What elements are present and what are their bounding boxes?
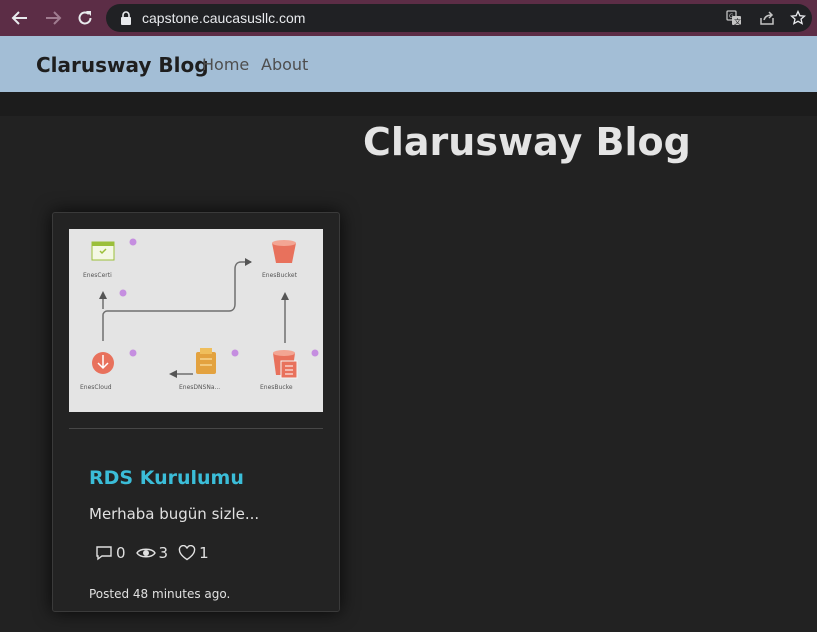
navbar-brand[interactable]: Clarusway Blog: [36, 53, 209, 77]
star-icon: [790, 10, 806, 25]
post-stats: 0 3 1: [95, 544, 219, 562]
diagram-label-3: EnesCloud: [80, 384, 112, 391]
heart-icon[interactable]: [178, 545, 196, 561]
translate-icon: 文G: [726, 10, 741, 26]
post-thumbnail[interactable]: EnesCerti EnesBucket EnesCloud EnesDNSNa…: [69, 229, 323, 412]
bucket-docs-icon: [273, 350, 298, 379]
translate-button[interactable]: 文G: [725, 9, 743, 27]
forward-button[interactable]: [42, 7, 64, 29]
like-count[interactable]: 1: [178, 544, 209, 562]
comment-count: 0: [95, 544, 126, 562]
diagram-label-2: EnesBucket: [262, 272, 298, 279]
nav-link-about[interactable]: About: [261, 55, 308, 74]
arrow-left-icon: [11, 11, 27, 25]
like-count-value: 1: [199, 544, 209, 562]
svg-text:文: 文: [734, 17, 741, 26]
share-icon: [760, 11, 774, 25]
address-bar[interactable]: capstone.caucasusllc.com 文G: [106, 4, 812, 32]
post-title-link[interactable]: RDS Kurulumu: [89, 467, 244, 489]
url-text: capstone.caucasusllc.com: [142, 10, 306, 26]
back-button[interactable]: [9, 7, 31, 29]
reload-button[interactable]: [74, 7, 96, 29]
eye-icon: [135, 548, 156, 558]
post-timestamp: Posted 48 minutes ago.: [89, 587, 231, 601]
view-count: 3: [135, 544, 169, 562]
site-navbar: Clarusway Blog Home About: [0, 36, 817, 92]
dns-icon: [196, 348, 216, 374]
certificate-icon: [91, 241, 115, 261]
view-count-value: 3: [158, 544, 169, 562]
cloudfront-icon: [92, 352, 114, 374]
share-button[interactable]: [758, 9, 776, 27]
browser-toolbar: capstone.caucasusllc.com 文G: [0, 0, 817, 36]
card-divider: [69, 428, 323, 429]
bookmark-button[interactable]: [789, 9, 807, 27]
page-title: Clarusway Blog: [363, 120, 691, 164]
architecture-diagram: EnesCerti EnesBucket EnesCloud EnesDNSNa…: [80, 238, 319, 391]
header-divider: [0, 92, 817, 116]
diagram-label-1: EnesCerti: [83, 272, 112, 279]
bucket-icon: [272, 240, 296, 263]
comment-count-value: 0: [116, 544, 126, 562]
svg-text:G: G: [729, 13, 734, 20]
diagram-label-5: EnesBucke: [260, 384, 293, 391]
nav-link-home[interactable]: Home: [202, 55, 249, 74]
lock-icon: [121, 11, 131, 25]
comment-icon: [96, 546, 112, 561]
diagram-label-4: EnesDNSNa...: [179, 384, 220, 391]
arrow-right-icon: [46, 11, 62, 25]
post-card: EnesCerti EnesBucket EnesCloud EnesDNSNa…: [52, 212, 340, 612]
post-excerpt: Merhaba bugün sizle...: [89, 505, 260, 523]
reload-icon: [78, 11, 92, 25]
